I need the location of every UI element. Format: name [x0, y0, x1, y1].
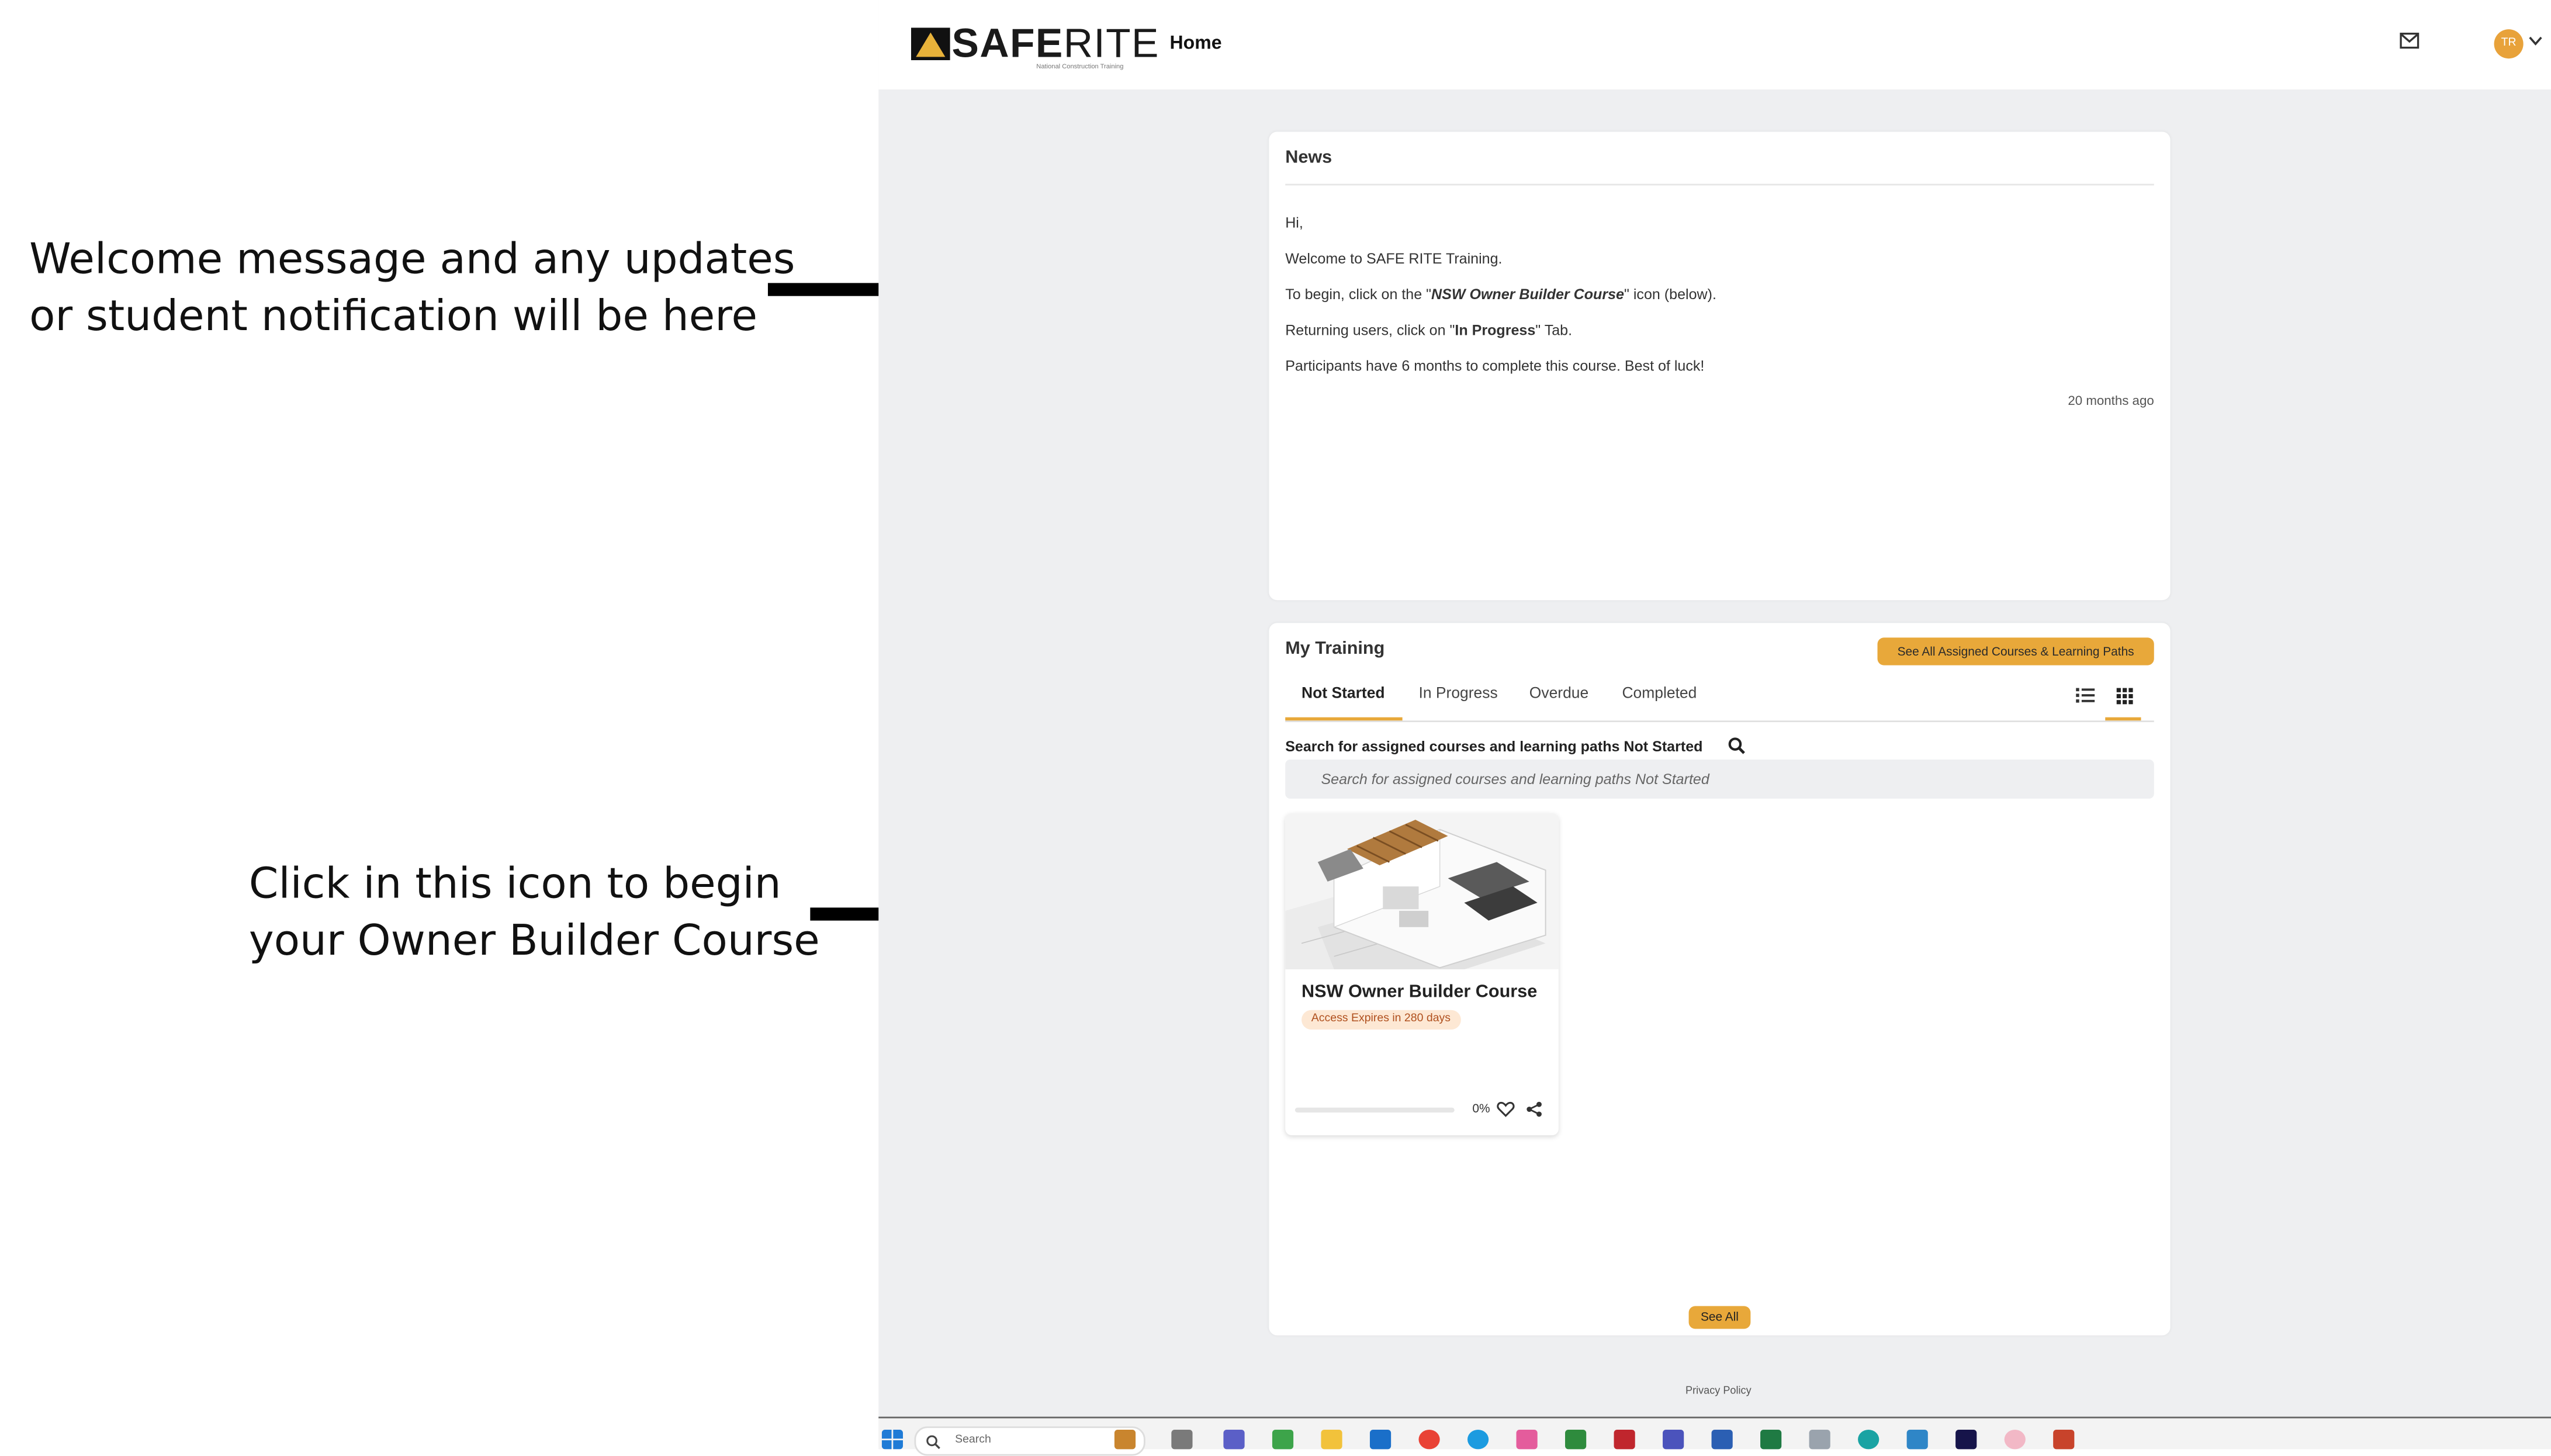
active-tab-indicator [1285, 717, 1403, 721]
training-tabs: Not Started In Progress Overdue Complete… [1285, 681, 2154, 723]
app-pink-icon[interactable] [1516, 1429, 1538, 1450]
taskbar: Search [878, 1416, 2551, 1456]
news-begin-line: To begin, click on the "NSW Owner Builde… [1285, 286, 1716, 303]
taskbar-search-text: Search [955, 1434, 991, 1446]
news-participants: Participants have 6 months to complete t… [1285, 358, 1705, 375]
chevron-down-icon[interactable] [2528, 34, 2543, 47]
skype-icon[interactable] [1467, 1429, 1489, 1450]
news-tab-name: In Progress [1455, 322, 1536, 339]
search-icon[interactable] [1728, 737, 1746, 755]
progress-percent: 0% [1472, 1101, 1490, 1116]
word-icon[interactable] [1711, 1429, 1733, 1450]
active-view-indicator [2105, 717, 2141, 721]
news-text: " Tab. [1535, 322, 1573, 339]
news-card: News Hi, Welcome to SAFE RITE Training. … [1269, 131, 2171, 601]
app-window: SAFERITE National Construction Training … [878, 0, 2551, 1456]
news-timestamp: 20 months ago [2068, 393, 2154, 408]
taskbar-search[interactable]: Search [914, 1426, 1145, 1456]
see-all-button[interactable]: See All [1688, 1306, 1751, 1329]
list-view-icon[interactable] [2076, 687, 2095, 705]
see-all-assigned-button[interactable]: See All Assigned Courses & Learning Path… [1877, 637, 2154, 665]
logo-text: SAFERITE [952, 21, 1159, 67]
logo-subtitle: National Construction Training [1036, 61, 1124, 70]
tab-in-progress[interactable]: In Progress [1418, 685, 1497, 703]
windows-start-icon[interactable] [881, 1429, 904, 1450]
course-card[interactable]: NSW Owner Builder Course Access Expires … [1285, 813, 1559, 1136]
divider [1285, 183, 2154, 186]
news-text: To begin, click on the " [1285, 286, 1432, 303]
tab-overdue[interactable]: Overdue [1529, 685, 1588, 703]
logo-text-bold: SAFE [951, 21, 1064, 67]
logo[interactable]: SAFERITE National Construction Training [911, 21, 1165, 74]
news-returning-line: Returning users, click on "In Progress" … [1285, 322, 1572, 338]
file-explorer-icon[interactable] [1321, 1429, 1342, 1450]
annotation-line: or student notification will be here [29, 293, 758, 342]
welcome-annotation: Welcome message and any updates or stude… [29, 233, 795, 346]
avatar[interactable]: TR [2494, 29, 2524, 59]
task-view-icon[interactable] [1171, 1429, 1193, 1450]
search-label: Search for assigned courses and learning… [1285, 738, 1703, 755]
access-expiry-badge: Access Expires in 280 days [1302, 1010, 1460, 1030]
app-gray-icon[interactable] [1809, 1429, 1830, 1450]
news-greeting: Hi, [1285, 214, 1303, 231]
news-text: " icon (below). [1624, 286, 1716, 303]
news-text: Returning users, click on " [1285, 322, 1455, 339]
my-training-card: My Training See All Assigned Courses & L… [1269, 623, 2171, 1336]
annotation-line: your Owner Builder Course [248, 917, 820, 966]
grid-view-icon[interactable] [2115, 687, 2134, 705]
search-input[interactable] [1285, 760, 2154, 799]
app-vr-icon[interactable] [1565, 1429, 1587, 1450]
tab-completed[interactable]: Completed [1622, 685, 1697, 703]
annotation-line: Click in this icon to begin [248, 860, 781, 910]
outlook-icon[interactable] [1369, 1429, 1392, 1450]
tab-not-started[interactable]: Not Started [1302, 685, 1385, 703]
annotation-line: Welcome message and any updates [29, 235, 795, 285]
app-teal-icon[interactable] [1858, 1429, 1879, 1450]
news-course-name: NSW Owner Builder Course [1431, 286, 1625, 303]
powerpoint-icon[interactable] [2053, 1429, 2075, 1450]
excel-icon[interactable] [1760, 1429, 1782, 1450]
chrome-icon[interactable] [1418, 1429, 1440, 1450]
top-bar: SAFERITE National Construction Training … [878, 0, 2551, 90]
share-icon[interactable] [1526, 1101, 1542, 1118]
course-thumbnail[interactable] [1285, 813, 1559, 970]
premiere-icon[interactable] [1955, 1429, 1977, 1450]
my-training-title: My Training [1285, 639, 1385, 659]
briefcase-icon[interactable] [1114, 1429, 1136, 1450]
acrobat-icon[interactable] [1614, 1429, 1635, 1450]
click-annotation: Click in this icon to begin your Owner B… [249, 857, 820, 971]
progress-bar [1294, 1107, 1455, 1113]
teams-alt-icon[interactable] [1663, 1429, 1684, 1450]
logo-text-rest: RITE [1063, 21, 1159, 67]
heart-icon[interactable] [1497, 1101, 1515, 1118]
app-blue-icon[interactable] [1906, 1429, 1928, 1450]
screen: Welcome message and any updates or stude… [0, 0, 2551, 1456]
news-title: News [1285, 148, 1332, 168]
course-title[interactable]: NSW Owner Builder Course [1302, 982, 1537, 1001]
music-icon[interactable] [2004, 1429, 2026, 1450]
search-icon [926, 1435, 940, 1450]
news-welcome: Welcome to SAFE RITE Training. [1285, 250, 1503, 267]
app-green-icon[interactable] [1272, 1429, 1294, 1450]
mail-icon[interactable] [2400, 32, 2420, 49]
privacy-policy-link[interactable]: Privacy Policy [1685, 1386, 1752, 1397]
logo-triangle-icon [911, 27, 950, 61]
home-link[interactable]: Home [1170, 34, 1222, 53]
teams-icon[interactable] [1223, 1429, 1245, 1450]
